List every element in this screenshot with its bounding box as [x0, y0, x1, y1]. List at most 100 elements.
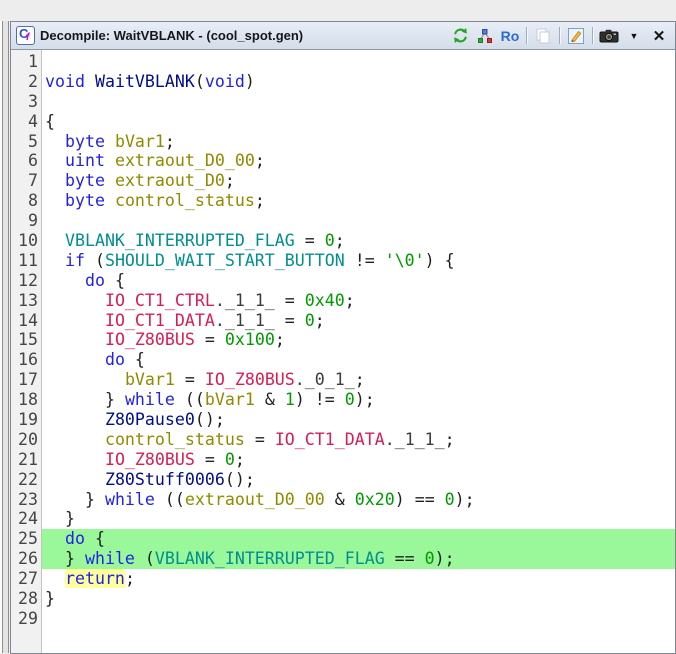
toolbar-separator	[526, 27, 527, 44]
code-token: );	[355, 390, 375, 409]
code-line[interactable]: return;	[42, 569, 675, 589]
line-number: 28	[11, 589, 38, 609]
code-line[interactable]: Z80Pause0();	[42, 410, 675, 430]
line-number: 11	[11, 251, 38, 271]
copy-button[interactable]	[532, 25, 554, 47]
close-button[interactable]: ✕	[648, 25, 670, 47]
line-number: 29	[11, 609, 38, 629]
code-token: do	[105, 350, 125, 369]
code-line[interactable]: } while (VBLANK_INTERRUPTED_FLAG == 0);	[42, 549, 675, 569]
line-number: 25	[11, 529, 38, 549]
code-line[interactable]: control_status = IO_CT1_DATA._1_1_;	[42, 430, 675, 450]
code-token: {	[45, 112, 55, 131]
code-token	[45, 311, 105, 330]
decompiler-toolbar: Ro	[449, 25, 670, 47]
code-line[interactable]: bVar1 = IO_Z80BUS._0_1_;	[42, 370, 675, 390]
code-token	[45, 370, 125, 389]
code-token: )	[245, 72, 255, 91]
line-number: 14	[11, 311, 38, 331]
code-token: IO_Z80BUS	[105, 450, 195, 469]
line-number: 27	[11, 569, 38, 589]
edit-button[interactable]	[565, 25, 587, 47]
code-line[interactable]: Z80Stuff0006();	[42, 470, 675, 490]
code-token	[45, 151, 65, 170]
code-token: 0x40	[305, 291, 345, 310]
snapshot-button[interactable]	[598, 25, 620, 47]
code-line[interactable]: }	[42, 509, 675, 529]
code-token: while	[85, 549, 135, 568]
code-token	[45, 470, 105, 489]
line-number: 3	[11, 92, 38, 112]
line-number: 7	[11, 171, 38, 191]
code-line[interactable]: IO_Z80BUS = 0;	[42, 450, 675, 470]
code-token: ==	[385, 549, 425, 568]
code-line[interactable]: byte control_status;	[42, 191, 675, 211]
code-token: =	[245, 430, 275, 449]
line-number: 6	[11, 151, 38, 171]
code-line[interactable]: {	[42, 112, 675, 132]
code-token: 0	[345, 390, 355, 409]
code-line[interactable]: IO_CT1_DATA._1_1_ = 0;	[42, 311, 675, 331]
code-token: bVar1	[115, 132, 165, 151]
code-token: {	[105, 271, 125, 290]
line-number: 1	[11, 52, 38, 72]
code-line[interactable]	[42, 609, 675, 629]
code-lines[interactable]: void WaitVBLANK(void) { byte bVar1; uint …	[42, 50, 675, 653]
code-token: =	[275, 291, 305, 310]
code-token: extraout_D0_00	[185, 490, 325, 509]
toolbar-separator	[559, 27, 560, 44]
code-line[interactable]	[42, 211, 675, 231]
code-token	[45, 132, 65, 151]
line-number: 9	[11, 211, 38, 231]
decompile-window: C f Decompile: WaitVBLANK - (cool_spot.g…	[10, 21, 676, 654]
code-token	[45, 291, 105, 310]
code-line[interactable]: byte extraout_D0;	[42, 171, 675, 191]
code-line[interactable]: }	[42, 589, 675, 609]
graph-button[interactable]	[474, 25, 496, 47]
decompiled-code-panel[interactable]: 1234567891011121314151617181920212223242…	[11, 50, 675, 653]
code-line[interactable]: do {	[42, 529, 675, 549]
code-line[interactable]: VBLANK_INTERRUPTED_FLAG = 0;	[42, 231, 675, 251]
code-token: IO_CT1_CTRL	[105, 291, 215, 310]
code-token: void	[205, 72, 245, 91]
code-token	[45, 231, 65, 250]
panel-splitter-line[interactable]	[8, 21, 9, 653]
refresh-button[interactable]	[449, 25, 471, 47]
code-line[interactable]: do {	[42, 350, 675, 370]
code-token: do	[65, 529, 85, 548]
dropdown-button[interactable]: ▼	[623, 25, 645, 47]
code-line[interactable]: } while ((bVar1 & 1) != 0);	[42, 390, 675, 410]
code-token: =	[275, 311, 305, 330]
code-token: (	[135, 549, 155, 568]
code-token: ._0_1_	[295, 370, 355, 389]
code-line[interactable]: if (SHOULD_WAIT_START_BUTTON != '\0') {	[42, 251, 675, 271]
code-token: extraout_D0	[115, 171, 225, 190]
code-token: =	[195, 330, 225, 349]
code-line[interactable]: void WaitVBLANK(void)	[42, 72, 675, 92]
code-token: &	[325, 490, 355, 509]
code-line[interactable]: uint extraout_D0_00;	[42, 151, 675, 171]
code-token: IO_Z80BUS	[105, 330, 195, 349]
code-line[interactable]: IO_CT1_CTRL._1_1_ = 0x40;	[42, 291, 675, 311]
code-token: IO_CT1_DATA	[275, 430, 385, 449]
line-number: 8	[11, 191, 38, 211]
code-line[interactable]	[42, 52, 675, 72]
code-line[interactable]: do {	[42, 271, 675, 291]
code-line[interactable]: IO_Z80BUS = 0x100;	[42, 330, 675, 350]
code-token: ;	[445, 430, 455, 449]
code-line[interactable]: } while ((extraout_D0_00 & 0x20) == 0);	[42, 490, 675, 510]
code-token: (	[195, 72, 205, 91]
code-token: {	[85, 529, 105, 548]
code-token: WaitVBLANK	[95, 72, 195, 91]
decompile-titlebar[interactable]: C f Decompile: WaitVBLANK - (cool_spot.g…	[11, 22, 675, 50]
code-line[interactable]: byte bVar1;	[42, 132, 675, 152]
code-token: IO_Z80BUS	[205, 370, 295, 389]
code-token: {	[125, 350, 145, 369]
code-token	[45, 569, 65, 588]
code-line[interactable]	[42, 92, 675, 112]
code-token	[45, 251, 65, 270]
code-token: }	[45, 589, 55, 608]
code-token: ;	[275, 330, 285, 349]
code-token: );	[455, 490, 475, 509]
ro-button[interactable]: Ro	[499, 25, 521, 47]
